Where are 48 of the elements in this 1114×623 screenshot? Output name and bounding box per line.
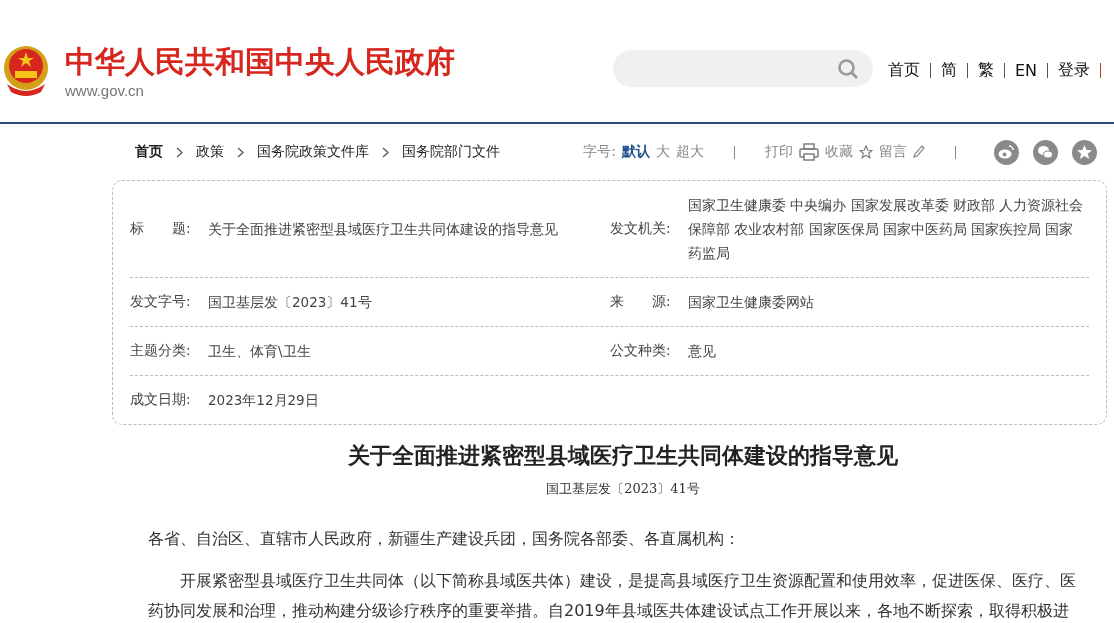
field-label: 公文种类:	[610, 342, 672, 360]
font-size-label: 字号:	[583, 143, 616, 161]
field-value: 国家卫生健康委网站	[688, 293, 814, 312]
pencil-icon[interactable]	[913, 145, 925, 159]
site-title[interactable]: 中华人民共和国中央人民政府	[65, 44, 455, 80]
font-size-option[interactable]: 大	[656, 143, 670, 161]
search-icon[interactable]	[837, 57, 859, 80]
field-label: 来 源:	[610, 293, 672, 311]
field-label: 主题分类:	[130, 342, 192, 360]
chevron-right-icon	[237, 146, 244, 158]
chevron-right-icon	[176, 146, 183, 158]
font-size-option[interactable]: 默认	[622, 143, 650, 161]
site-url[interactable]: www.gov.cn	[65, 82, 455, 99]
breadcrumb-link[interactable]: 国务院政策文件库	[257, 143, 369, 161]
field-label: 标 题:	[130, 220, 192, 238]
breadcrumb-link[interactable]: 政策	[196, 143, 224, 161]
nav-link[interactable]: 简	[941, 60, 957, 81]
chevron-right-icon	[382, 146, 389, 158]
national-emblem-icon	[1, 44, 51, 96]
wechat-share-icon[interactable]	[1033, 139, 1058, 165]
breadcrumb-link[interactable]: 首页	[135, 143, 163, 161]
favorite-share-icon[interactable]	[1072, 139, 1097, 165]
body-paragraph: 开展紧密型县域医疗卫生共同体（以下简称县域医共体）建设，是提高县域医疗卫生资源配置和使用效率，促进医保、医疗、医药协同发展和治理，推动构建分级诊疗秩序的重要举措。自2019年县域医共体建设试点工作开展以来，各地不断探索，取得积极进	[148, 570, 1077, 622]
search-field[interactable]	[613, 50, 873, 87]
weibo-share-icon[interactable]	[994, 139, 1019, 165]
nav-link[interactable]: 首页	[888, 60, 920, 81]
salutation-text: 各省、自治区、直辖市人民政府，新疆生产建设兵团，国务院各部委、各直属机构：	[148, 528, 741, 550]
field-label: 发文机关:	[610, 220, 672, 238]
printer-icon[interactable]	[799, 143, 819, 161]
field-label: 发文字号:	[130, 293, 192, 311]
field-value: 关于全面推进紧密型县域医疗卫生共同体建设的指导意见	[208, 220, 558, 239]
field-value: 2023年12月29日	[208, 391, 319, 410]
favorite-link[interactable]: 收藏	[825, 143, 853, 161]
star-icon[interactable]	[859, 145, 873, 159]
comment-link[interactable]: 留言	[879, 143, 907, 161]
field-value: 国卫基层发〔2023〕41号	[208, 293, 372, 312]
font-size-option[interactable]: 超大	[676, 143, 704, 161]
breadcrumb-link[interactable]: 国务院部门文件	[402, 143, 500, 161]
nav-link[interactable]: 繁	[978, 60, 994, 81]
article-title: 关于全面推进紧密型县域医疗卫生共同体建设的指导意见	[347, 441, 899, 470]
field-label: 成文日期:	[130, 391, 192, 409]
field-value: 卫生、体育\卫生	[208, 342, 311, 361]
nav-link[interactable]: EN	[1015, 61, 1038, 80]
field-value: 意见	[688, 342, 716, 361]
print-link[interactable]: 打印	[765, 143, 793, 161]
field-value: 国家卫生健康委 中央编办 国家发展改革委 财政部 人力资源社会保障部 农业农村部 国家医保局 国家中医药局 国家疾控局 国家药监局	[688, 196, 1084, 263]
document-number: 国卫基层发〔2023〕41号	[545, 480, 701, 498]
nav-link[interactable]: 登录	[1058, 60, 1091, 81]
